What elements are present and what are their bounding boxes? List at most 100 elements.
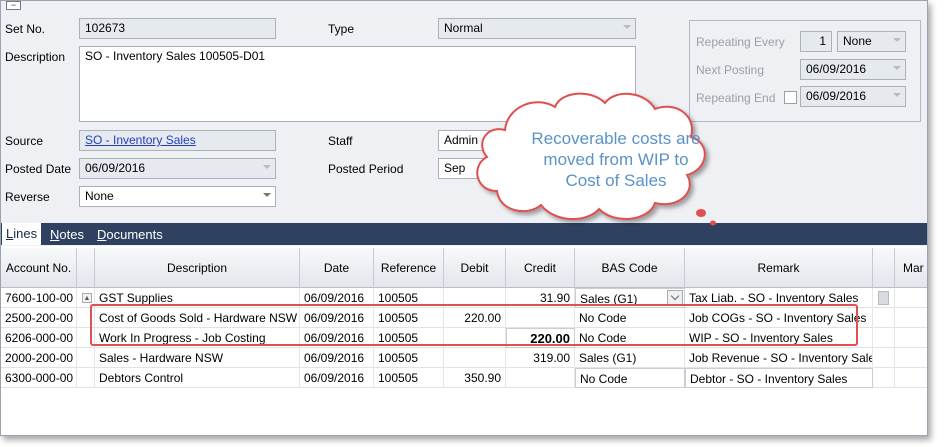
col-remark[interactable]: Remark [685, 248, 873, 288]
cell-remark[interactable]: Debtor - SO - Inventory Sales [685, 368, 873, 388]
cell-date[interactable]: 06/09/2016 [300, 308, 374, 328]
delete-row[interactable] [873, 368, 895, 388]
posted-date-label: Posted Date [5, 162, 72, 176]
cell-date[interactable]: 06/09/2016 [300, 368, 374, 388]
staff-label: Staff [328, 134, 353, 148]
journal-window: − Set No. 102673 Description SO - Invent… [0, 0, 928, 436]
chevron-down-icon [893, 93, 901, 97]
repeating-end-field[interactable]: 06/09/2016 [800, 86, 906, 107]
row-selector[interactable] [77, 368, 95, 388]
col-description[interactable]: Description [95, 248, 300, 288]
cell-bas-code[interactable]: No Code [575, 308, 685, 328]
chevron-down-icon [263, 193, 271, 197]
cell-bas-code[interactable]: Sales (G1) [575, 348, 685, 368]
type-label: Type [328, 22, 355, 36]
cell-debit[interactable] [444, 288, 506, 308]
cell-date[interactable]: 06/09/2016 [300, 288, 374, 308]
cell-debit[interactable]: 350.90 [444, 368, 506, 388]
cell-credit[interactable] [506, 308, 575, 328]
col-date[interactable]: Date [300, 248, 374, 288]
repeating-every-field[interactable]: 1 [800, 31, 832, 52]
table-row[interactable]: 2500-200-00 Cost of Goods Sold - Hardwar… [1, 308, 927, 328]
cell-account[interactable]: 2000-200-00 [1, 348, 77, 368]
cell-reference[interactable]: 100505 [374, 348, 444, 368]
cell-credit[interactable]: 31.90 [506, 288, 575, 308]
cell-date[interactable]: 06/09/2016 [300, 328, 374, 348]
col-mar[interactable]: Mar [895, 248, 927, 288]
cell-reference[interactable]: 100505 [374, 368, 444, 388]
cell-description[interactable]: Sales - Hardware NSW [95, 348, 300, 368]
reverse-select[interactable]: None [79, 186, 276, 207]
cell-description[interactable]: Work In Progress - Job Costing [95, 328, 300, 348]
col-bas-code[interactable]: BAS Code [575, 248, 685, 288]
cell-account[interactable]: 6300-000-00 [1, 368, 77, 388]
row-selector[interactable] [77, 328, 95, 348]
grid-header: Account No. Description Date Reference D… [1, 248, 927, 288]
trash-icon[interactable] [878, 291, 889, 305]
cell-description[interactable]: Cost of Goods Sold - Hardware NSW [95, 308, 300, 328]
next-posting-label: Next Posting [696, 63, 765, 77]
cell-account[interactable]: 6206-000-00 [1, 328, 77, 348]
bas-code-value: Sales (G1) [580, 292, 638, 306]
cell-bas-code[interactable]: No Code [575, 368, 685, 388]
posted-date-value: 06/09/2016 [85, 161, 146, 175]
chevron-down-icon [893, 66, 901, 70]
row-selector[interactable]: ▲ [77, 288, 95, 308]
source-link[interactable]: SO - Inventory Sales [79, 130, 276, 151]
tab-lines[interactable]: Lines [2, 223, 42, 245]
row-selector[interactable] [77, 348, 95, 368]
reverse-label: Reverse [5, 190, 50, 204]
cell-debit[interactable]: 220.00 [444, 308, 506, 328]
source-label: Source [5, 134, 44, 148]
col-selector [77, 248, 95, 288]
cell-remark[interactable]: WIP - SO - Inventory Sales [685, 328, 873, 348]
cell-reference[interactable]: 100505 [374, 308, 444, 328]
table-row[interactable]: 6206-000-00 Work In Progress - Job Costi… [1, 328, 927, 348]
next-posting-field[interactable]: 06/09/2016 [800, 59, 906, 80]
cell-credit[interactable] [506, 368, 575, 388]
chevron-down-icon[interactable] [667, 290, 683, 306]
repeating-unit-value: None [843, 34, 872, 48]
tab-notes[interactable]: Notes [46, 226, 88, 244]
col-credit[interactable]: Credit [506, 248, 575, 288]
description-label: Description [5, 50, 66, 64]
cell-credit-active[interactable]: 220.00 [506, 328, 575, 348]
posted-date-field[interactable]: 06/09/2016 [79, 158, 276, 179]
cell-date[interactable]: 06/09/2016 [300, 348, 374, 368]
tab-documents[interactable]: Documents [93, 226, 167, 244]
table-row[interactable]: 7600-100-00 ▲ GST Supplies 06/09/2016 10… [1, 288, 927, 308]
cell-debit[interactable] [444, 348, 506, 368]
cell-bas-code-select[interactable]: Sales (G1) [575, 288, 685, 308]
table-row[interactable]: 2000-200-00 Sales - Hardware NSW 06/09/2… [1, 348, 927, 368]
next-posting-value: 06/09/2016 [806, 62, 867, 76]
cell-account[interactable]: 7600-100-00 [1, 288, 77, 308]
chevron-down-icon [893, 38, 901, 42]
delete-row[interactable] [873, 308, 895, 328]
posted-period-label: Posted Period [328, 162, 404, 176]
cell-remark[interactable]: Job Revenue - SO - Inventory Sales [685, 348, 873, 368]
delete-row[interactable] [873, 328, 895, 348]
cell-reference[interactable]: 100505 [374, 328, 444, 348]
col-account-no[interactable]: Account No. [1, 248, 77, 288]
col-delete [873, 248, 895, 288]
row-selector[interactable] [77, 308, 95, 328]
col-debit[interactable]: Debit [444, 248, 506, 288]
cell-debit[interactable] [444, 328, 506, 348]
table-row[interactable]: 6300-000-00 Debtors Control 06/09/2016 1… [1, 368, 927, 388]
repeating-end-checkbox[interactable] [784, 91, 797, 104]
type-select[interactable]: Normal [438, 18, 636, 39]
col-reference[interactable]: Reference [374, 248, 444, 288]
cell-account[interactable]: 2500-200-00 [1, 308, 77, 328]
cell-credit[interactable]: 319.00 [506, 348, 575, 368]
cell-remark[interactable]: Job COGs - SO - Inventory Sales [685, 308, 873, 328]
cell-reference[interactable]: 100505 [374, 288, 444, 308]
collapse-button[interactable]: − [6, 1, 21, 10]
cell-remark[interactable]: Tax Liab. - SO - Inventory Sales [685, 288, 873, 308]
caret-up-icon[interactable]: ▲ [82, 293, 92, 303]
delete-row[interactable] [873, 288, 895, 308]
cell-description[interactable]: Debtors Control [95, 368, 300, 388]
repeating-unit-select[interactable]: None [837, 31, 906, 52]
delete-row[interactable] [873, 348, 895, 368]
cell-description[interactable]: GST Supplies [95, 288, 300, 308]
cell-bas-code[interactable]: No Code [575, 328, 685, 348]
